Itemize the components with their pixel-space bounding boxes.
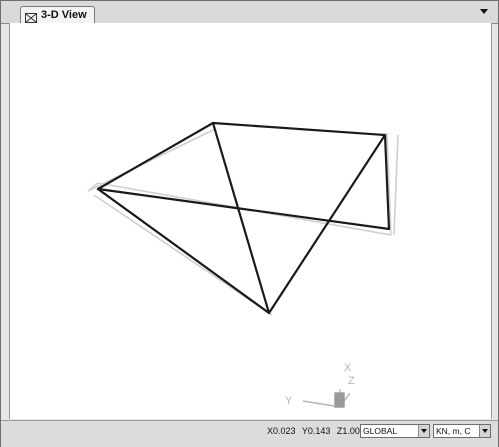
- axis-triad: [302, 389, 351, 408]
- axis-x-label: X: [344, 362, 352, 374]
- status-bar: X0.023 Y0.143 Z1.000 GLOBAL KN, m, C: [1, 420, 498, 447]
- tab-3d-view[interactable]: 3-D View: [20, 6, 95, 23]
- tab-label: 3-D View: [41, 9, 87, 21]
- model-drawing: X Z Y: [87, 121, 399, 408]
- frame-member: [211, 121, 271, 315]
- 3d-viewport-canvas[interactable]: X Z Y: [9, 23, 492, 419]
- coordinate-system-value: GLOBAL: [363, 426, 398, 436]
- coordinate-system-select[interactable]: GLOBAL: [360, 424, 430, 438]
- coord-x: X0.023: [267, 426, 296, 436]
- frame-member: [267, 133, 387, 315]
- 3d-view-icon: [25, 10, 37, 23]
- frame-member: [96, 187, 271, 315]
- 3d-view-window: 3-D View X Z Y X0.023 Y0.143 Z1.000 GLOB…: [0, 0, 499, 447]
- axis-z-label: Z: [348, 375, 355, 387]
- tab-bar: 3-D View: [1, 1, 498, 24]
- tab-menu-dropdown-icon[interactable]: [480, 9, 488, 14]
- frame-member: [96, 121, 215, 191]
- chevron-down-icon[interactable]: [479, 425, 490, 437]
- chevron-down-icon[interactable]: [418, 425, 429, 437]
- units-value: KN, m, C: [436, 426, 471, 436]
- frame-member: [211, 121, 387, 137]
- coord-y: Y0.143: [301, 426, 331, 436]
- frame-model: [96, 121, 391, 315]
- cursor-coordinates: X0.023 Y0.143 Z1.000: [267, 426, 369, 436]
- axis-y-label: Y: [285, 395, 293, 407]
- units-select[interactable]: KN, m, C: [433, 424, 491, 438]
